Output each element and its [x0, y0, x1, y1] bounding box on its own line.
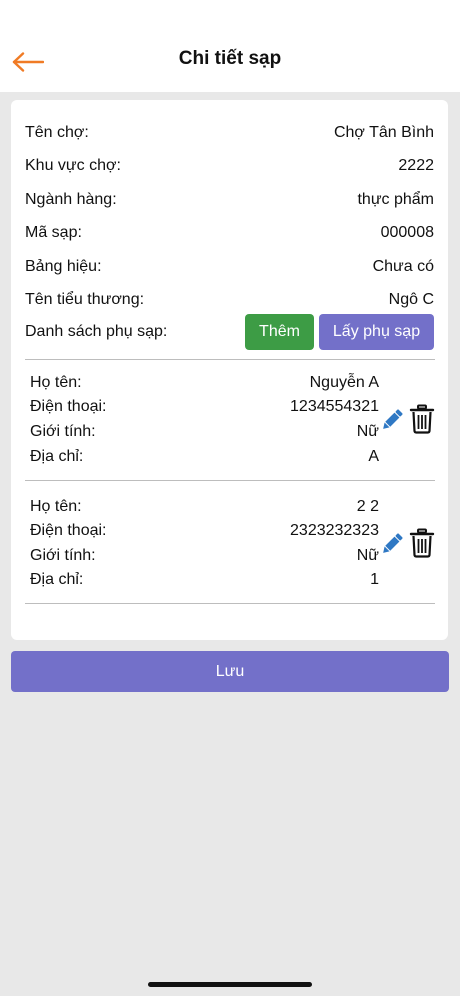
pencil-icon [383, 533, 403, 553]
pencil-icon [383, 409, 403, 429]
app-root: Chi tiết sạp Tên chợ: Chợ Tân Bình Khu v… [0, 0, 460, 996]
info-value: 000008 [380, 224, 434, 241]
info-value: Chưa có [372, 258, 434, 275]
sub-field-gender: Giới tính: Nữ [30, 421, 379, 443]
sub-stall-item: Họ tên: Nguyễn A Điện thoại: 1234554321 … [11, 372, 448, 482]
trash-icon [409, 404, 435, 434]
info-value: 2222 [398, 157, 434, 174]
edit-button[interactable] [379, 531, 405, 557]
divider [25, 480, 435, 481]
field-value: 1234554321 [290, 398, 379, 415]
info-row-market-name: Tên chợ: Chợ Tân Bình [25, 121, 434, 145]
info-value: Chợ Tân Bình [333, 124, 434, 141]
info-label: Bảng hiệu: [25, 258, 102, 275]
field-value: Nữ [356, 423, 379, 440]
field-label: Họ tên: [30, 498, 82, 515]
stall-detail-card: Tên chợ: Chợ Tân Bình Khu vực chợ: 2222 … [11, 100, 448, 640]
sub-field-phone: Điện thoại: 2323232323 [30, 520, 379, 542]
field-value: 2323232323 [290, 522, 379, 539]
field-label: Giới tính: [30, 423, 96, 440]
field-label: Họ tên: [30, 374, 82, 391]
field-label: Điện thoại: [30, 398, 107, 415]
sub-field-phone: Điện thoại: 1234554321 [30, 396, 379, 418]
info-row-signboard: Bảng hiệu: Chưa có [25, 255, 434, 279]
save-button[interactable]: Lưu [11, 651, 449, 692]
info-label: Ngành hàng: [25, 191, 117, 208]
field-label: Địa chỉ: [30, 571, 84, 588]
field-label: Điện thoại: [30, 522, 107, 539]
divider [25, 359, 435, 360]
info-label: Tên tiểu thương: [25, 291, 145, 308]
info-row-market-area: Khu vực chợ: 2222 [25, 154, 434, 178]
field-value: A [368, 448, 379, 465]
add-sub-stall-button[interactable]: Thêm [245, 314, 314, 350]
info-row-trader-name: Tên tiểu thương: Ngô C [25, 288, 434, 312]
edit-button[interactable] [379, 407, 405, 433]
page-title: Chi tiết sạp [178, 48, 282, 69]
sub-field-address: Địa chỉ: 1 [30, 569, 379, 591]
sub-field-name: Họ tên: 2 2 [30, 496, 379, 518]
info-label: Khu vực chợ: [25, 157, 121, 174]
sub-stall-list-header: Danh sách phụ sạp: Thêm Lấy phụ sạp [25, 314, 434, 350]
delete-button[interactable] [409, 404, 435, 434]
info-row-industry: Ngành hàng: thực phẩm [25, 188, 434, 212]
trash-icon [409, 528, 435, 558]
delete-button[interactable] [409, 528, 435, 558]
top-bar: Chi tiết sạp [0, 0, 460, 92]
sub-field-gender: Giới tính: Nữ [30, 545, 379, 567]
home-indicator [148, 982, 312, 987]
info-label: Tên chợ: [25, 124, 89, 141]
field-value: 2 2 [356, 498, 379, 515]
sub-stall-item: Họ tên: 2 2 Điện thoại: 2323232323 Giới … [11, 496, 448, 606]
sub-field-address: Địa chỉ: A [30, 446, 379, 468]
info-value: thực phẩm [357, 191, 434, 208]
info-value: Ngô C [388, 291, 434, 308]
info-row-stall-code: Mã sạp: 000008 [25, 221, 434, 245]
info-label: Mã sạp: [25, 224, 82, 241]
divider [25, 603, 435, 604]
sub-stall-list-label: Danh sách phụ sạp: [25, 323, 168, 340]
sub-field-name: Họ tên: Nguyễn A [30, 372, 379, 394]
field-value: Nguyễn A [309, 374, 379, 391]
field-value: 1 [370, 571, 379, 588]
field-value: Nữ [356, 547, 379, 564]
field-label: Địa chỉ: [30, 448, 84, 465]
field-label: Giới tính: [30, 547, 96, 564]
fetch-sub-stall-button[interactable]: Lấy phụ sạp [319, 314, 434, 350]
